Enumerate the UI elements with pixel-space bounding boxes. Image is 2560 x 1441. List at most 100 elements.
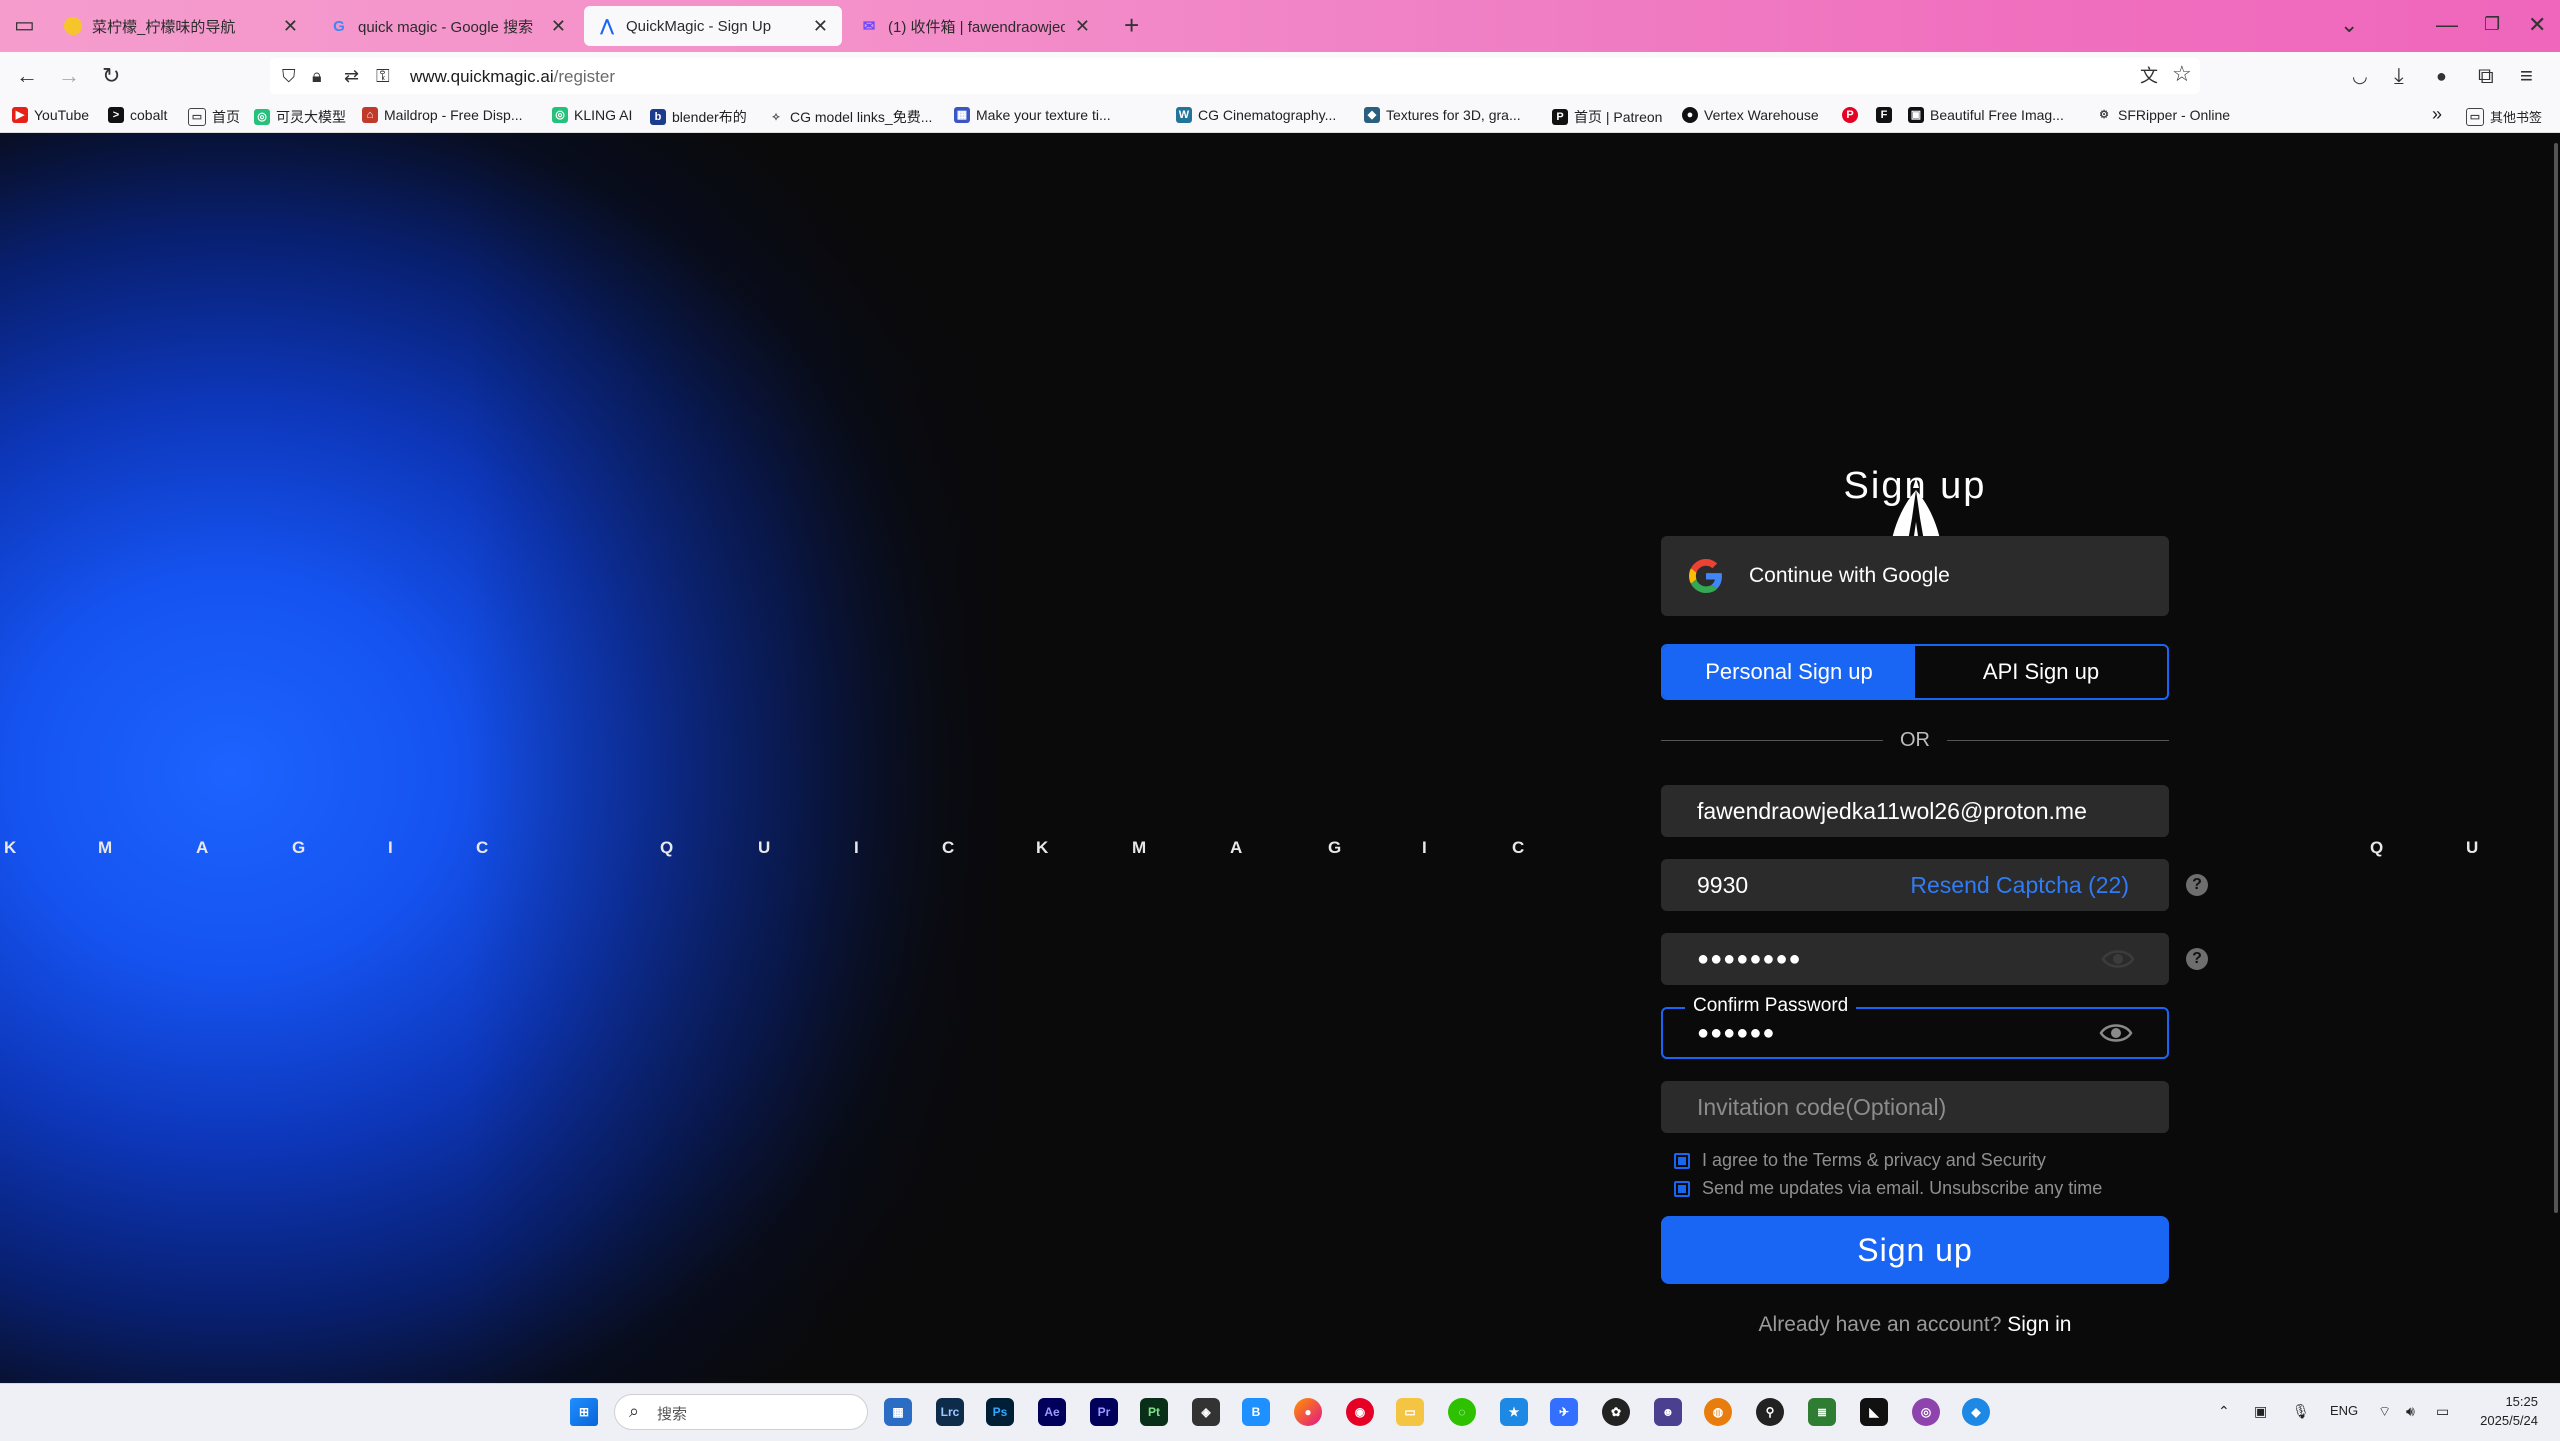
cat-app-icon[interactable]: ☻ bbox=[1654, 1398, 1682, 1426]
bookmark-maildrop[interactable]: ⌂ Maildrop - Free Disp... bbox=[362, 107, 522, 123]
invitation-code-field[interactable]: Invitation code(Optional) bbox=[1661, 1081, 2169, 1133]
email-field[interactable]: fawendraowjedka11wol26@proton.me bbox=[1661, 785, 2169, 837]
password-manager-icon[interactable]: ● bbox=[2436, 64, 2447, 88]
close-tab-icon[interactable]: ✕ bbox=[1075, 16, 1090, 37]
sign-in-link[interactable]: Sign in bbox=[2007, 1313, 2071, 1336]
input-language[interactable]: ENG bbox=[2330, 1403, 2358, 1418]
taskbar-search[interactable]: ⌕ 搜索 bbox=[614, 1394, 868, 1430]
forward-arrow-icon[interactable]: → bbox=[58, 64, 80, 88]
restore-window-icon[interactable]: ❐ bbox=[2484, 14, 2500, 35]
eye-icon[interactable] bbox=[2101, 946, 2135, 972]
bookmark-sfripper[interactable]: ⚙ SFRipper - Online bbox=[2096, 107, 2230, 123]
multicolor-app-icon[interactable]: ✿ bbox=[1602, 1398, 1630, 1426]
sign-up-button[interactable]: Sign up bbox=[1661, 1216, 2169, 1284]
b-app-icon[interactable]: B bbox=[1242, 1398, 1270, 1426]
tab-api-signup[interactable]: API Sign up bbox=[1915, 646, 2167, 698]
lightroom-classic-icon[interactable]: Lrc bbox=[936, 1398, 964, 1426]
tab-overview-icon[interactable]: ▭ bbox=[14, 12, 35, 38]
menu-icon[interactable]: ≡ bbox=[2520, 64, 2533, 88]
photoshop-icon[interactable]: Ps bbox=[986, 1398, 1014, 1426]
system-clock[interactable]: 15:25 2025/5/24 bbox=[2476, 1392, 2538, 1430]
download-icon[interactable]: ⤓ bbox=[2394, 64, 2404, 88]
tab-personal-signup[interactable]: Personal Sign up bbox=[1663, 646, 1915, 698]
key-icon[interactable]: ⚿ bbox=[376, 64, 390, 88]
lock-icon[interactable]: 🔒︎ bbox=[312, 64, 322, 88]
tab-google-search[interactable]: G quick magic - Google 搜索 ✕ bbox=[316, 4, 580, 48]
back-arrow-icon[interactable]: ← bbox=[16, 64, 38, 88]
email-updates-checkbox[interactable]: Send me updates via email. Unsubscribe a… bbox=[1674, 1178, 2102, 1199]
unity-icon[interactable]: ◣ bbox=[1860, 1398, 1888, 1426]
bookmark-kling-cn[interactable]: ◎ 可灵大模型 bbox=[254, 107, 346, 127]
bookmark-textures-3d[interactable]: ◆ Textures for 3D, gra... bbox=[1364, 107, 1521, 123]
minimize-window-icon[interactable]: — bbox=[2436, 12, 2458, 38]
battery-icon[interactable]: ▭ bbox=[2436, 1403, 2449, 1420]
url-text[interactable]: www.quickmagic.ai/register bbox=[410, 67, 615, 87]
captcha-field[interactable]: 9930 Resend Captcha (22) bbox=[1661, 859, 2169, 911]
bookmark-kling-ai[interactable]: ◎ KLING AI bbox=[552, 107, 632, 123]
netease-music-icon[interactable]: ◉ bbox=[1346, 1398, 1374, 1426]
vpn-app-icon[interactable]: ◆ bbox=[1962, 1398, 1990, 1426]
premiere-pro-icon[interactable]: Pr bbox=[1090, 1398, 1118, 1426]
feishu-icon[interactable]: ✈ bbox=[1550, 1398, 1578, 1426]
bookmark-cg-cinematography[interactable]: W CG Cinematography... bbox=[1176, 107, 1336, 123]
password-help-icon[interactable]: ? bbox=[2186, 948, 2208, 970]
confirm-password-field[interactable]: Confirm Password ●●●●●● bbox=[1661, 995, 2169, 1059]
tray-app-icon[interactable]: ▣ bbox=[2254, 1403, 2267, 1420]
wifi-icon[interactable]: ⌔ bbox=[2378, 1403, 2391, 1421]
tab-proton-inbox[interactable]: ✉ (1) 收件箱 | fawendraowjedka ✕ bbox=[846, 4, 1104, 48]
star-app-icon[interactable]: ★ bbox=[1500, 1398, 1528, 1426]
bookmark-blender[interactable]: b blender布的 bbox=[650, 107, 747, 127]
bookmark-star-icon[interactable]: ☆ bbox=[2172, 62, 2192, 86]
bookmark-fab[interactable]: F bbox=[1876, 107, 1898, 123]
close-window-icon[interactable]: ✕ bbox=[2528, 12, 2546, 38]
discord-like-icon[interactable]: ◎ bbox=[1912, 1398, 1940, 1426]
volume-icon[interactable]: 🔊︎ bbox=[2406, 1403, 2415, 1420]
close-tab-icon[interactable]: ✕ bbox=[551, 16, 566, 37]
bookmark-youtube[interactable]: ▶ YouTube bbox=[12, 107, 89, 123]
notepad-icon[interactable]: ≣ bbox=[1808, 1398, 1836, 1426]
close-tab-icon[interactable]: ✕ bbox=[283, 16, 298, 37]
agree-terms-checkbox[interactable]: I agree to the Terms & privacy and Secur… bbox=[1674, 1150, 2046, 1171]
extensions-icon[interactable]: ⧉ bbox=[2478, 64, 2494, 88]
eye-icon[interactable] bbox=[2099, 1020, 2133, 1046]
app-store-icon[interactable]: ▦ bbox=[884, 1398, 912, 1426]
tab-quickmagic-signup[interactable]: ⋀ QuickMagic - Sign Up ✕ bbox=[584, 6, 842, 46]
permissions-icon[interactable]: ⇄ bbox=[344, 64, 359, 88]
bookmark-pinterest[interactable]: P bbox=[1842, 107, 1864, 123]
checkbox-box[interactable] bbox=[1674, 1180, 1690, 1197]
password-field[interactable]: ●●●●●●●● bbox=[1661, 933, 2169, 985]
resend-captcha-button[interactable]: Resend Captcha (22) bbox=[1910, 872, 2129, 899]
bookmark-patreon[interactable]: P 首页 | Patreon bbox=[1552, 107, 1662, 127]
reload-icon[interactable]: ↻ bbox=[102, 64, 120, 88]
blender-icon[interactable]: ◍ bbox=[1704, 1398, 1732, 1426]
firefox-icon[interactable]: ● bbox=[1294, 1398, 1322, 1426]
windows-start-icon[interactable]: ⊞ bbox=[570, 1398, 598, 1426]
captcha-help-icon[interactable]: ? bbox=[2186, 874, 2208, 896]
bookmark-cg-model[interactable]: ⟡ CG model links_免费... bbox=[768, 107, 932, 127]
bookmarks-overflow-icon[interactable]: » bbox=[2432, 104, 2442, 125]
page-scrollbar[interactable] bbox=[2552, 143, 2560, 1213]
close-tab-icon[interactable]: ✕ bbox=[813, 16, 828, 37]
tray-overflow-icon[interactable]: ⌃ bbox=[2218, 1403, 2230, 1420]
bookmark-beautiful-images[interactable]: ▣ Beautiful Free Imag... bbox=[1908, 107, 2064, 123]
address-bar[interactable]: ⛉ 🔒︎ ⇄ ⚿ www.quickmagic.ai/register 文 ☆ bbox=[270, 58, 2200, 94]
microphone-icon[interactable]: 🎙︎ bbox=[2292, 1403, 2310, 1420]
substance-painter-icon[interactable]: Pt bbox=[1140, 1398, 1168, 1426]
bookmark-home[interactable]: ▭ 首页 bbox=[188, 107, 240, 127]
pocket-icon[interactable]: ◡ bbox=[2352, 64, 2368, 88]
after-effects-icon[interactable]: Ae bbox=[1038, 1398, 1066, 1426]
bookmark-texture[interactable]: ▦ Make your texture ti... bbox=[954, 107, 1111, 123]
file-explorer-icon[interactable]: ▭ bbox=[1396, 1398, 1424, 1426]
continue-with-google-button[interactable]: Continue with Google bbox=[1661, 536, 2169, 616]
new-tab-button[interactable]: + bbox=[1124, 10, 1139, 41]
search-app-icon[interactable]: ⚲ bbox=[1756, 1398, 1784, 1426]
checkbox-box[interactable] bbox=[1674, 1152, 1690, 1169]
other-bookmarks[interactable]: ▭ 其他书签 bbox=[2466, 107, 2542, 126]
davinci-resolve-icon[interactable]: ◈ bbox=[1192, 1398, 1220, 1426]
tab-list-chevron-icon[interactable]: ⌄ bbox=[2340, 12, 2358, 38]
bookmark-cobalt[interactable]: > cobalt bbox=[108, 107, 167, 123]
bookmark-vertex-warehouse[interactable]: ● Vertex Warehouse bbox=[1682, 107, 1819, 123]
shield-icon[interactable]: ⛉ bbox=[282, 64, 296, 88]
tab-lemon-nav[interactable]: 菜柠檬_柠檬味的导航 ✕ bbox=[50, 4, 312, 48]
wechat-icon[interactable]: ◌ bbox=[1448, 1398, 1476, 1426]
